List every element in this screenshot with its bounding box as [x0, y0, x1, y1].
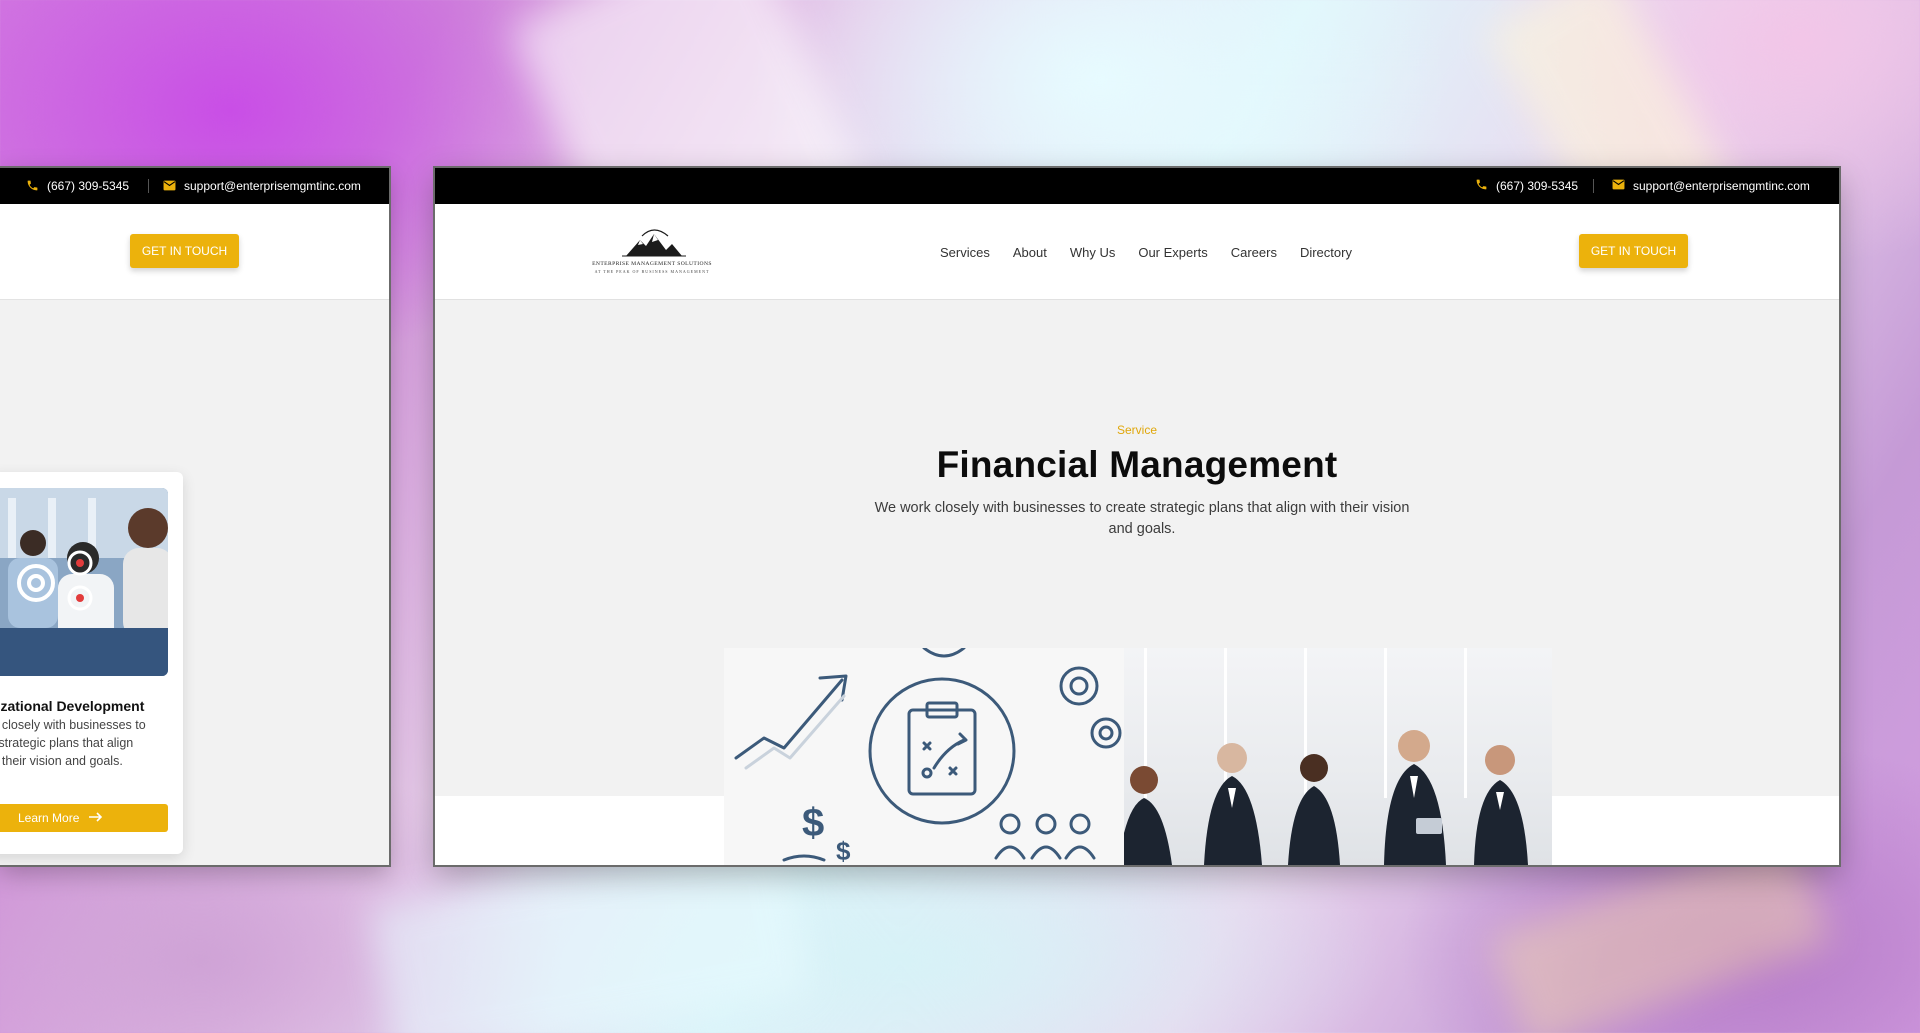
main-browser-window: (667) 309-5345 support@enterprisemgmtinc… [435, 168, 1839, 865]
site-logo[interactable]: ENTERPRISE MANAGEMENT SOLUTIONS AT THE P… [582, 226, 722, 278]
svg-text:$: $ [802, 801, 824, 845]
mountain-logo-icon [622, 229, 686, 257]
hero-description: We work closely with businesses to creat… [874, 500, 1410, 537]
card-image [0, 488, 168, 676]
secondary-browser-window: (667) 309-5345 support@enterprisemgmtinc… [0, 168, 389, 865]
learn-more-button[interactable]: Learn More [0, 804, 168, 832]
main-nav: Services About Why Us Our Experts Career… [940, 204, 1375, 300]
phone-icon [26, 179, 39, 195]
page-title: Financial Management [936, 444, 1338, 485]
svg-text:$: $ [836, 836, 851, 865]
email-text: support@enterprisemgmtinc.com [1633, 179, 1810, 193]
topbar: (667) 309-5345 support@enterprisemgmtinc… [435, 168, 1839, 204]
hero-image: $ $ [724, 648, 1552, 865]
nav-item-about[interactable]: About [1013, 245, 1047, 260]
logo-name: ENTERPRISE MANAGEMENT SOLUTIONS [592, 261, 712, 267]
get-in-touch-button[interactable]: GET IN TOUCH [1579, 234, 1688, 268]
business-team-photo [1124, 648, 1552, 865]
left-topbar: (667) 309-5345 support@enterprisemgmtinc… [0, 168, 389, 204]
mail-icon [163, 180, 176, 194]
nav-item-careers[interactable]: Careers [1231, 245, 1277, 260]
nav-item-services[interactable]: Services [940, 245, 990, 260]
service-card: nizational Development rk closely with b… [0, 472, 183, 854]
strategy-illustration: $ $ [724, 648, 1124, 865]
learn-more-label: Learn More [18, 811, 80, 825]
card-title: nizational Development [0, 698, 145, 714]
topbar-phone[interactable]: (667) 309-5345 [1475, 168, 1578, 204]
left-email-text[interactable]: support@enterprisemgmtinc.com [184, 179, 361, 193]
site-header: ENTERPRISE MANAGEMENT SOLUTIONS AT THE P… [435, 204, 1839, 300]
left-phone-text[interactable]: (667) 309-5345 [47, 179, 129, 193]
phone-icon [1475, 178, 1488, 194]
logo-tagline: AT THE PEAK OF BUSINESS MANAGEMENT [594, 269, 710, 274]
nav-item-our-experts[interactable]: Our Experts [1138, 245, 1207, 260]
nav-item-why-us[interactable]: Why Us [1070, 245, 1116, 260]
get-in-touch-button[interactable]: GET IN TOUCH [130, 234, 239, 268]
hero-kicker: Service [1116, 423, 1157, 437]
phone-text: (667) 309-5345 [1496, 179, 1579, 193]
topbar-email[interactable]: support@enterprisemgmtinc.com [1612, 168, 1810, 204]
nav-item-directory[interactable]: Directory [1300, 245, 1352, 260]
arrow-right-icon [89, 811, 103, 825]
mail-icon [1612, 179, 1625, 193]
left-header: GET IN TOUCH [0, 204, 389, 300]
card-description: rk closely with businesses to e strategi… [0, 718, 146, 768]
